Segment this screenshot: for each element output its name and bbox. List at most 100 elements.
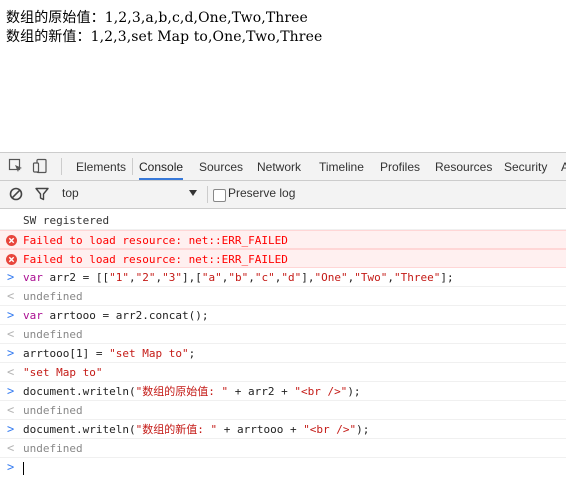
code-token: "Three" xyxy=(393,271,441,284)
console-filterbar: top Preserve log xyxy=(0,181,566,209)
code-token: "d" xyxy=(281,271,302,284)
code-token: arrtooo[1] = xyxy=(23,347,110,360)
context-select[interactable]: top xyxy=(62,186,79,200)
console-prompt-row[interactable]: > xyxy=(0,458,566,477)
error-icon xyxy=(6,254,17,265)
console-result-value: undefined xyxy=(23,442,83,455)
console-result-value: undefined xyxy=(23,404,83,417)
code-token: "<br />" xyxy=(303,423,357,436)
code-token: ],[ xyxy=(181,271,202,284)
console-input-code: arrtooo[1] = "set Map to"; xyxy=(23,347,195,360)
clear-console-icon[interactable] xyxy=(8,186,24,202)
result-chevron-icon: < xyxy=(7,327,15,341)
text-cursor[interactable] xyxy=(23,462,24,475)
console-message-text: Failed to load resource: net::ERR_FAILED xyxy=(23,234,288,247)
result-chevron-icon: < xyxy=(7,365,15,379)
filter-icon[interactable] xyxy=(34,186,50,202)
code-token: ]; xyxy=(440,271,454,284)
console-message-text: Failed to load resource: net::ERR_FAILED xyxy=(23,253,288,266)
tab-network[interactable]: Network xyxy=(257,153,301,180)
prompt-chevron-icon: > xyxy=(7,384,15,398)
new-values-line: 数组的新值：1,2,3,set Map to,One,Two,Three xyxy=(6,29,323,45)
console-result-row: < undefined xyxy=(0,401,566,420)
prompt-chevron-icon: > xyxy=(7,460,15,474)
code-token: "3" xyxy=(162,271,182,284)
console-input-code: document.writeln("数组的新值: " + arrtooo + "… xyxy=(23,423,369,436)
code-token: document.writeln( xyxy=(23,385,136,398)
console-result-value: "set Map to" xyxy=(23,366,103,379)
devtools-tabbar: Elements Console Sources Network Timeline Pro… xyxy=(0,153,566,181)
code-token: ], xyxy=(301,271,315,284)
tab-resources[interactable]: Resources xyxy=(435,153,492,180)
tab-elements[interactable]: Elements xyxy=(76,153,126,180)
console-result-value: undefined xyxy=(23,290,83,303)
console-log-row: SW registered xyxy=(0,211,566,230)
tab-profiles[interactable]: Profiles xyxy=(380,153,420,180)
code-token: "set Map to" xyxy=(109,347,189,360)
console-error-row: Failed to load resource: net::ERR_FAILED xyxy=(0,249,566,268)
console-result-row: < undefined xyxy=(0,325,566,344)
code-token: "<br />" xyxy=(294,385,348,398)
console-output[interactable]: SW registered Failed to load resource: ne… xyxy=(0,209,566,481)
filterbar-divider xyxy=(207,186,208,203)
tab-console[interactable]: Console xyxy=(139,153,184,180)
prompt-chevron-icon: > xyxy=(7,346,15,360)
code-token: "2" xyxy=(135,271,156,284)
code-token: ); xyxy=(356,423,370,436)
code-token: "b" xyxy=(228,271,249,284)
device-mode-icon[interactable] xyxy=(32,158,48,174)
code-token: ; xyxy=(188,347,196,360)
error-icon xyxy=(6,235,17,246)
code-token: arrtooo = arr2.concat(); xyxy=(42,309,209,322)
result-chevron-icon: < xyxy=(7,441,15,455)
inspect-element-icon[interactable] xyxy=(8,158,24,174)
result-chevron-icon: < xyxy=(7,289,15,303)
code-token: + arr2 + xyxy=(228,385,295,398)
console-input-row: > var arr2 = [["1","2","3"],["a","b","c",… xyxy=(0,268,566,287)
prompt-chevron-icon: > xyxy=(7,422,15,436)
result-chevron-icon: < xyxy=(7,403,15,417)
code-token: , xyxy=(387,271,394,284)
devtools-panel: Elements Console Sources Network Timeline Pro… xyxy=(0,152,566,481)
console-result-value: undefined xyxy=(23,328,83,341)
code-token: "Two" xyxy=(354,271,388,284)
tab-timeline[interactable]: Timeline xyxy=(319,153,364,180)
console-input-code: document.writeln("数组的原始值: " + arr2 + "<b… xyxy=(23,385,361,398)
console-error-row: Failed to load resource: net::ERR_FAILED xyxy=(0,230,566,249)
code-token: var xyxy=(23,309,43,322)
prompt-chevron-icon: > xyxy=(7,308,15,322)
code-token: "数组的新值: " xyxy=(135,423,218,436)
console-result-row: < undefined xyxy=(0,287,566,306)
console-input-code: var arrtooo = arr2.concat(); xyxy=(23,309,208,322)
tab-divider xyxy=(132,158,133,175)
original-values-line: 数组的原始值：1,2,3,a,b,c,d,One,Two,Three xyxy=(6,10,308,26)
console-result-row: < undefined xyxy=(0,439,566,458)
console-input-code: var arr2 = [["1","2","3"],["a","b","c","… xyxy=(23,271,454,284)
preserve-log-checkbox[interactable] xyxy=(213,189,226,202)
preserve-log-label[interactable]: Preserve log xyxy=(228,186,295,200)
tab-sources[interactable]: Sources xyxy=(199,153,243,180)
tabbar-divider xyxy=(61,158,62,175)
prompt-chevron-icon: > xyxy=(7,270,15,284)
console-input-row: > document.writeln("数组的新值: " + arrtooo + … xyxy=(0,420,566,439)
tab-security[interactable]: Security xyxy=(504,153,547,180)
code-token: , xyxy=(128,271,136,284)
code-token: arr2 = [[ xyxy=(42,271,110,284)
console-input-row: > arrtooo[1] = "set Map to"; xyxy=(0,344,566,363)
code-token: "1" xyxy=(109,271,129,284)
code-token: ); xyxy=(347,385,361,398)
code-token: "One" xyxy=(314,271,348,284)
tab-a[interactable]: A xyxy=(561,153,566,180)
code-token: + arrtooo + xyxy=(217,423,304,436)
code-token: , xyxy=(248,271,255,284)
console-message-text: SW registered xyxy=(23,214,110,227)
page-content: 数组的原始值：1,2,3,a,b,c,d,One,Two,Three 数组的新值… xyxy=(0,0,566,152)
code-token: "数组的原始值: " xyxy=(135,385,229,398)
console-result-row: < "set Map to" xyxy=(0,363,566,382)
chevron-down-icon[interactable] xyxy=(189,190,197,196)
code-token: "c" xyxy=(254,271,275,284)
console-input-row: > var arrtooo = arr2.concat(); xyxy=(0,306,566,325)
code-token: var xyxy=(23,271,43,284)
console-input-row: > document.writeln("数组的原始值: " + arr2 + "<… xyxy=(0,382,566,401)
code-token: document.writeln( xyxy=(23,423,136,436)
